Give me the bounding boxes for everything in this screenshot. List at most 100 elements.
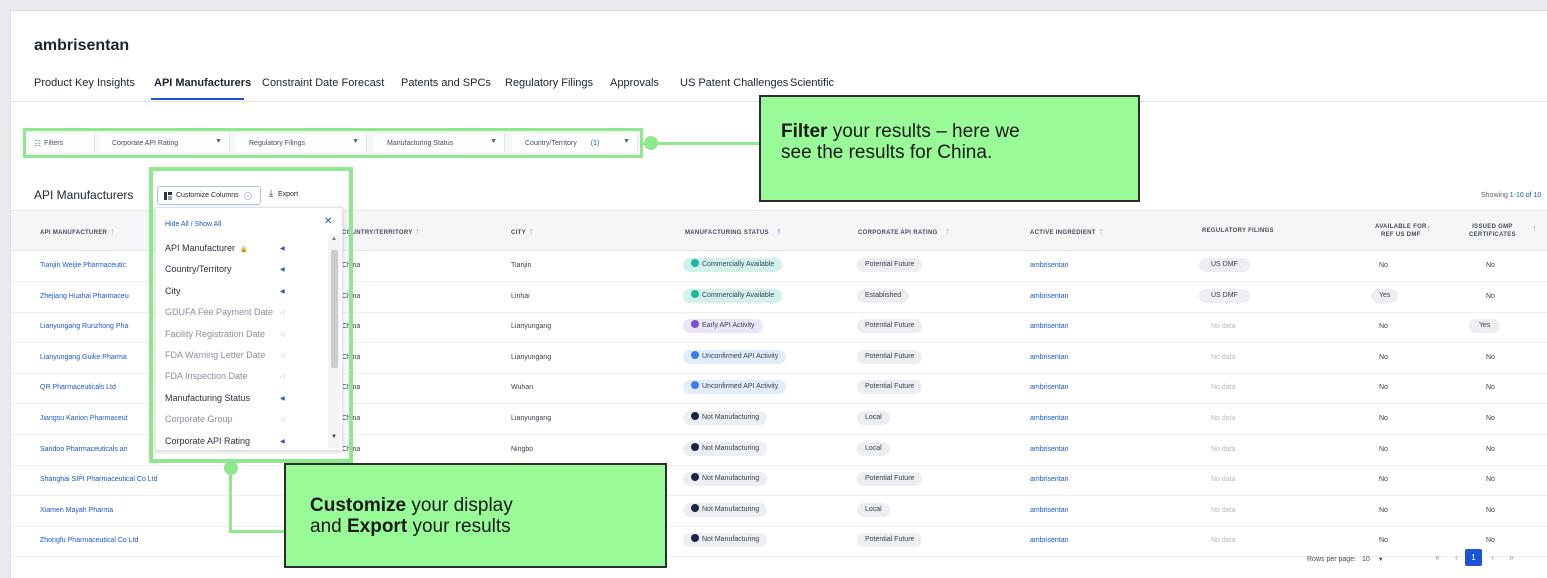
- tab-product-key-insights[interactable]: Product Key Insights: [34, 77, 135, 89]
- tab-us-patent-challenges[interactable]: US Patent Challenges: [680, 77, 788, 89]
- column-toggle-item[interactable]: Corporate API Rating: [165, 436, 250, 446]
- sort-arrow-icon[interactable]: ↑: [110, 226, 115, 236]
- eye-icon[interactable]: ◀: [280, 288, 285, 295]
- tab-api-manufacturers[interactable]: API Manufacturers: [154, 77, 251, 89]
- active-ingredient-link[interactable]: ambrisentan: [1030, 323, 1069, 330]
- column-toggle-label: Corporate Group: [165, 414, 233, 425]
- column-header-country-territory[interactable]: COUNTRY/TERRITORY ↑: [342, 227, 420, 237]
- status-dot-icon: [691, 442, 699, 451]
- column-header-city[interactable]: CITY ↑: [511, 227, 534, 237]
- column-header-manufacturing-status[interactable]: MANUFACTURING STATUS ↑: [685, 227, 782, 237]
- active-ingredient-link[interactable]: ambrisentan: [1030, 476, 1069, 483]
- active-ingredient-link[interactable]: ambrisentan: [1030, 415, 1069, 422]
- callout-text: your results – here we: [827, 121, 1020, 142]
- last-page-icon[interactable]: »: [1503, 549, 1520, 566]
- table-row[interactable]: Shanghai SIPI Pharmaceutical Co Ltd Not M…: [11, 465, 1547, 497]
- close-icon[interactable]: ✕: [324, 216, 332, 227]
- eye-icon[interactable]: ◀: [280, 245, 285, 252]
- regulatory-filings-cell: No data: [1211, 415, 1236, 422]
- column-header-api-manufacturer[interactable]: API MANUFACTURER ↑: [40, 227, 115, 237]
- active-ingredient-link[interactable]: ambrisentan: [1030, 537, 1069, 544]
- scroll-down-icon[interactable]: ▼: [331, 434, 337, 440]
- active-ingredient-link[interactable]: ambrisentan: [1030, 507, 1069, 514]
- sort-arrow-icon[interactable]: ↑: [1423, 224, 1431, 234]
- filter-label: Corporate API Rating: [112, 139, 179, 147]
- active-ingredient-link[interactable]: ambrisentan: [1030, 446, 1069, 453]
- tab-regulatory-filings[interactable]: Regulatory Filings: [505, 77, 593, 89]
- regulatory-filings-badge: US DMF: [1199, 258, 1250, 272]
- tab-scientific[interactable]: Scientific: [790, 77, 834, 89]
- scroll-up-icon[interactable]: ▲: [331, 236, 337, 242]
- filter-label: Manufacturing Status: [387, 139, 454, 147]
- column-toggle-label: Manufacturing Status: [165, 392, 251, 403]
- sort-arrow-icon[interactable]: ↑: [777, 226, 782, 236]
- column-toggle-item[interactable]: API Manufacturer 🔒: [165, 243, 248, 253]
- api-rating-badge: Potential Future: [857, 319, 923, 334]
- eye-icon[interactable]: ◀: [280, 266, 285, 273]
- column-header-active-ingredient[interactable]: ACTIVE INGREDIENT ↑: [1030, 227, 1104, 237]
- column-toggle-item[interactable]: Manufacturing Status: [165, 393, 250, 403]
- eye-off-icon[interactable]: ◁: [280, 331, 285, 338]
- sort-arrow-icon[interactable]: ↑: [1529, 224, 1537, 234]
- sort-arrow-icon[interactable]: ↑: [529, 226, 534, 236]
- gmp-certificates-cell: No: [1486, 445, 1495, 453]
- ref-us-dmf-cell: No: [1379, 537, 1388, 545]
- manufacturer-link[interactable]: Jiangsu Kanion Pharmaceut: [40, 415, 128, 422]
- column-toggle-item[interactable]: Facility Registration Date: [165, 329, 265, 339]
- column-toggle-item[interactable]: GDUFA Fee Payment Date: [165, 307, 273, 317]
- column-header-issued-gmp-certificates[interactable]: ISSUED GMP CERTIFICATES: [1469, 223, 1516, 239]
- filter-regulatory-filings[interactable]: Regulatory Filings ▼: [236, 134, 367, 152]
- tab-constraint-date-forecast[interactable]: Constraint Date Forecast: [262, 77, 384, 89]
- manufacturer-link[interactable]: Zhongfu Pharmaceutical Co Ltd: [40, 537, 138, 544]
- regulatory-filings-cell: No data: [1211, 384, 1236, 392]
- column-toggle-item[interactable]: City: [165, 286, 181, 296]
- callout-bold-text: Customize: [310, 495, 407, 516]
- filter-manufacturing-status[interactable]: Manufacturing Status ▼: [374, 134, 505, 152]
- sort-arrow-icon[interactable]: ↑: [1099, 226, 1104, 236]
- hide-show-all-link[interactable]: Hide All / Show All: [165, 221, 221, 228]
- first-page-icon[interactable]: «: [1429, 549, 1446, 566]
- page-button-current[interactable]: 1: [1465, 549, 1482, 566]
- column-toggle-label: City: [165, 285, 181, 296]
- tab-patents-and-spcs[interactable]: Patents and SPCs: [401, 77, 491, 89]
- prev-page-icon[interactable]: ‹: [1448, 549, 1465, 566]
- eye-icon[interactable]: ◀: [280, 395, 285, 402]
- sort-arrow-icon[interactable]: ↑: [416, 226, 421, 236]
- eye-off-icon[interactable]: ◁: [280, 373, 285, 380]
- manufacturer-link[interactable]: Tianjin Weijie Pharmaceutic: [40, 262, 126, 269]
- filter-corporate-api-rating[interactable]: Corporate API Rating ▼: [100, 134, 230, 152]
- manufacturer-link[interactable]: Xiamen Mayah Pharma: [40, 507, 113, 514]
- sort-arrow-icon[interactable]: ↑: [946, 226, 951, 236]
- column-toggle-item[interactable]: FDA Inspection Date: [165, 371, 248, 381]
- column-header-corporate-api-rating[interactable]: CORPORATE API RATING ↑: [858, 227, 950, 237]
- eye-icon[interactable]: ◀: [280, 438, 285, 445]
- manufacturer-link[interactable]: Shanghai SIPI Pharmaceutical Co Ltd: [40, 476, 158, 483]
- manufacturer-link[interactable]: QR Pharmaceuticals Ltd: [40, 384, 116, 391]
- active-ingredient-link[interactable]: ambrisentan: [1030, 384, 1069, 391]
- active-ingredient-link[interactable]: ambrisentan: [1030, 293, 1069, 300]
- active-ingredient-link[interactable]: ambrisentan: [1030, 262, 1069, 269]
- column-header-regulatory-filings[interactable]: REGULATORY FILINGS: [1202, 227, 1274, 235]
- column-toggle-item[interactable]: FDA Warning Letter Date: [165, 350, 265, 360]
- column-toggle-item[interactable]: Corporate Group: [165, 414, 233, 424]
- filters-toggle[interactable]: ☷ Filters: [29, 134, 95, 152]
- eye-off-icon[interactable]: ◁: [280, 309, 285, 316]
- table-row[interactable]: Xiamen Mayah Pharma Not Manufacturing Loca…: [11, 496, 1547, 527]
- tab-approvals[interactable]: Approvals: [610, 77, 659, 89]
- column-toggle-label: Facility Registration Date: [165, 328, 266, 339]
- manufacturer-link[interactable]: Lianyungang Guike Pharma: [40, 354, 127, 361]
- column-toggle-item[interactable]: Country/Territory: [165, 264, 232, 274]
- manufacturer-link[interactable]: Sandoo Pharmaceuticals an: [40, 446, 128, 453]
- rows-per-page[interactable]: Rows per page: 10 ▼: [1307, 556, 1384, 563]
- next-page-icon[interactable]: ›: [1484, 549, 1501, 566]
- filter-country-territory[interactable]: Country/Territory (1) ▼: [512, 134, 638, 152]
- dropdown-scrollbar[interactable]: ▲ ▼: [328, 234, 340, 448]
- eye-off-icon[interactable]: ◁: [280, 416, 285, 423]
- active-ingredient-link[interactable]: ambrisentan: [1030, 354, 1069, 361]
- manufacturer-link[interactable]: Lianyungang Runzhong Pha: [40, 323, 128, 330]
- scrollbar-thumb[interactable]: [331, 250, 338, 368]
- column-header-available-for-ref-us-dmf[interactable]: AVAILABLE FOR REF US DMF: [1375, 223, 1427, 239]
- eye-off-icon[interactable]: ◁: [280, 352, 285, 359]
- regulatory-filings-cell: No data: [1211, 476, 1236, 484]
- manufacturer-link[interactable]: Zhejiang Huahai Pharmaceu: [40, 293, 129, 300]
